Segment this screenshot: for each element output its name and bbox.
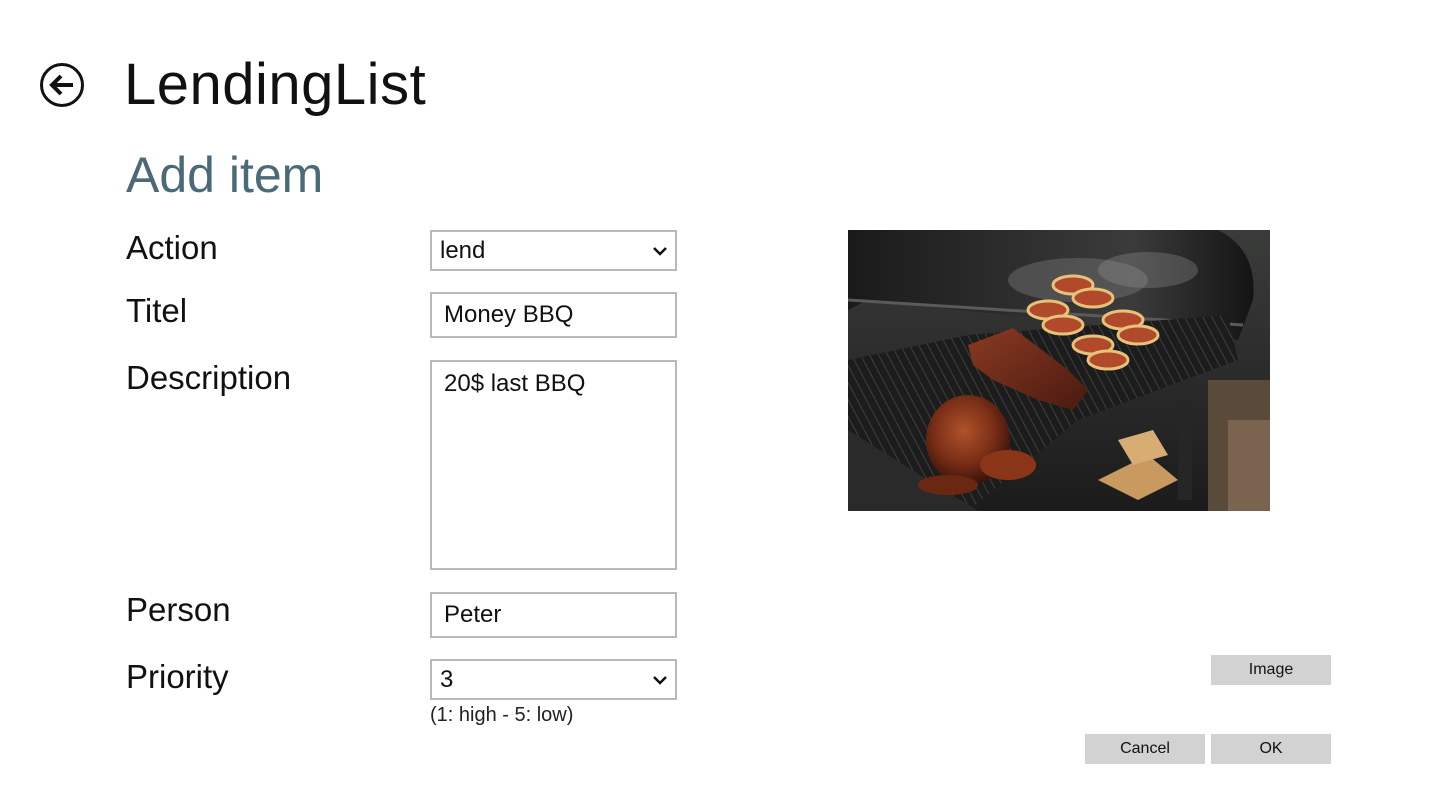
priority-label: Priority [126, 658, 229, 695]
app-title: LendingList [124, 52, 427, 117]
person-input[interactable]: Peter [430, 592, 677, 638]
description-label: Description [126, 359, 292, 396]
priority-select-value: 3 [440, 665, 454, 693]
ok-button[interactable]: OK [1211, 734, 1331, 764]
image-button[interactable]: Image [1211, 655, 1331, 685]
back-button[interactable] [40, 63, 84, 107]
title-label: Titel [126, 292, 188, 329]
cancel-button[interactable]: Cancel [1085, 734, 1205, 764]
person-input-value: Peter [444, 601, 502, 628]
page-title: Add item [126, 147, 324, 203]
item-photo [848, 230, 1270, 511]
action-label: Action [126, 229, 218, 266]
back-arrow-icon [49, 74, 73, 96]
priority-select[interactable]: 3 [430, 659, 677, 700]
person-label: Person [126, 591, 231, 628]
description-textarea[interactable]: 20$ last BBQ [430, 360, 677, 570]
title-input-value: Money BBQ [444, 301, 574, 328]
chevron-down-icon [653, 675, 667, 685]
title-input[interactable]: Money BBQ [430, 292, 677, 338]
action-select-value: lend [440, 236, 486, 264]
priority-hint: (1: high - 5: low) [430, 704, 574, 726]
chevron-down-icon [653, 246, 667, 256]
action-select[interactable]: lend [430, 230, 677, 271]
description-textarea-value: 20$ last BBQ [444, 370, 586, 397]
